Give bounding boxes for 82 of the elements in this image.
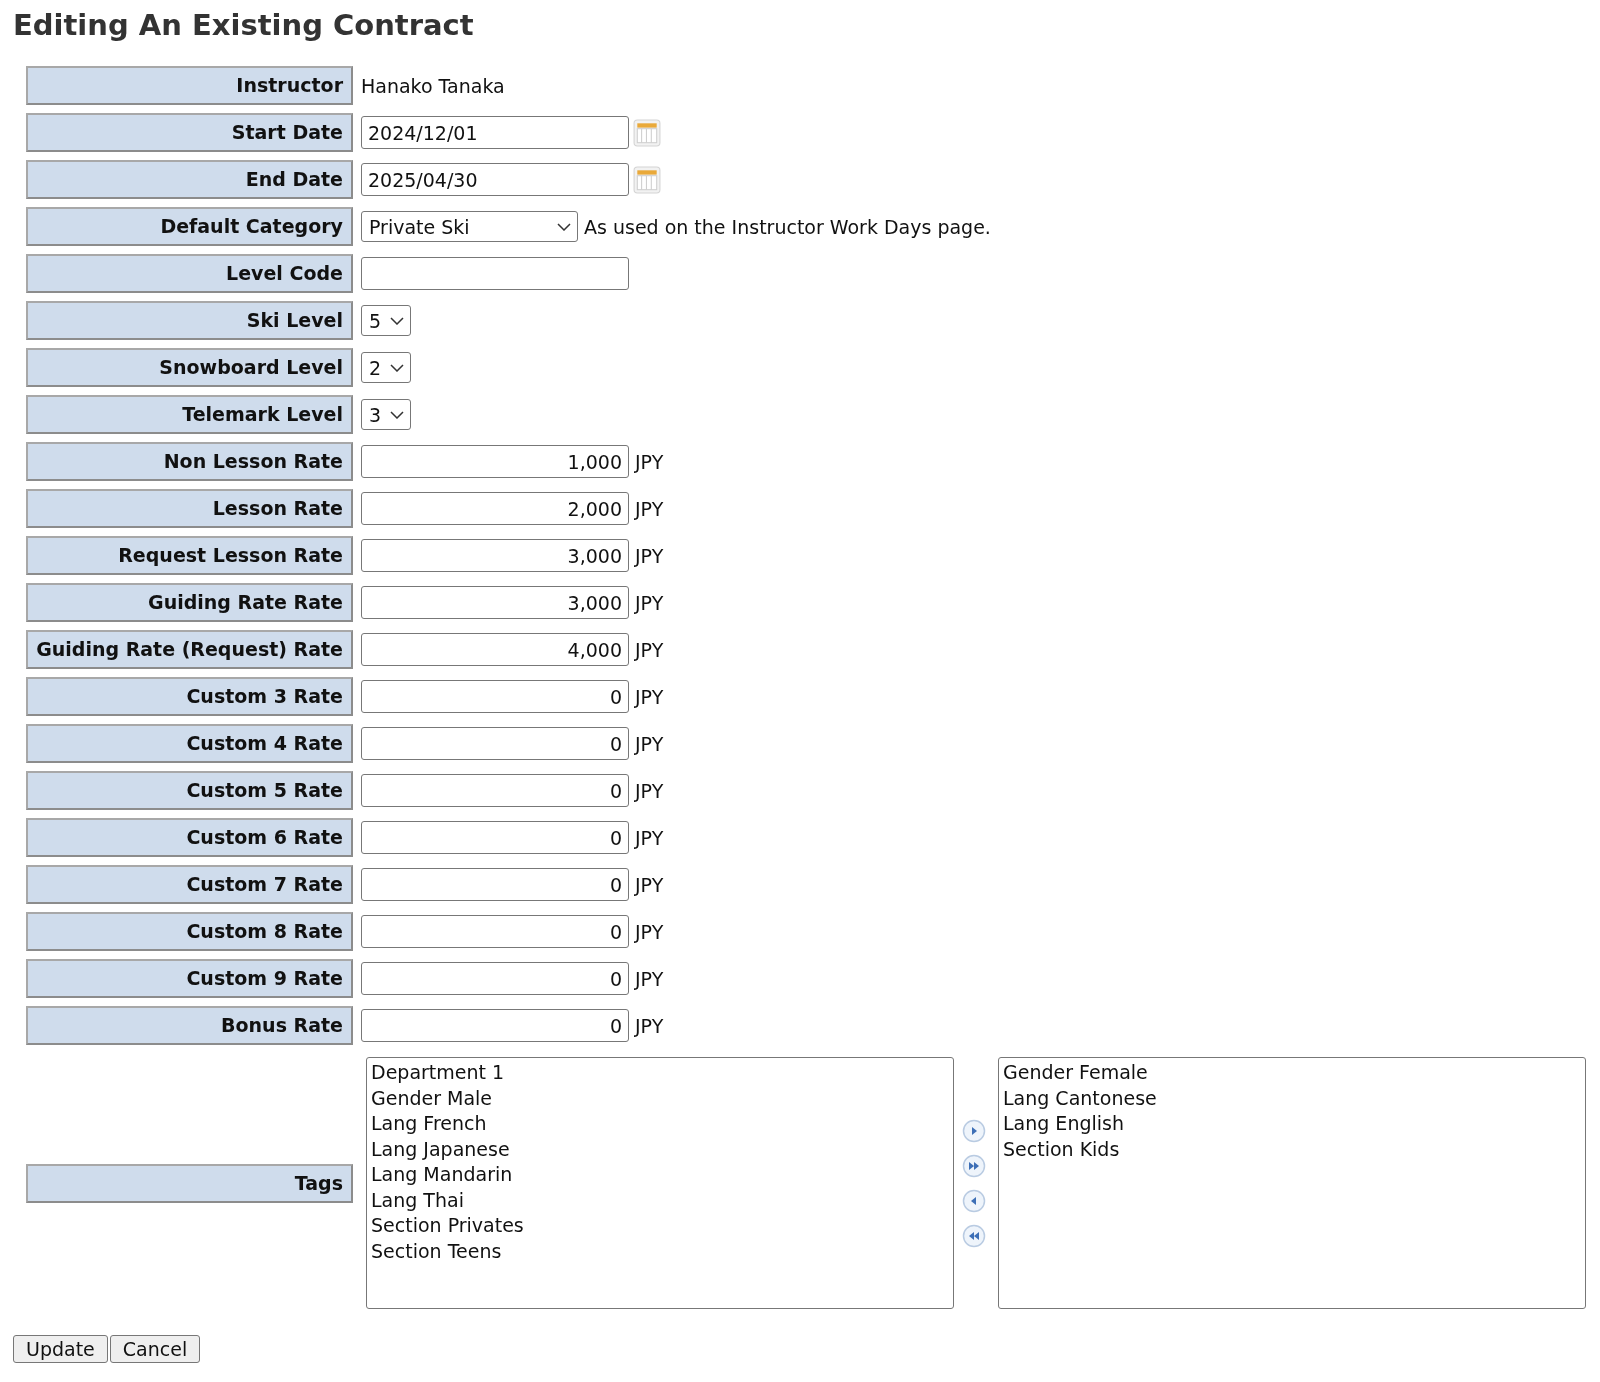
move-right-double-icon[interactable] [962,1153,986,1178]
field-label: Start Date [26,113,353,152]
field-label: Custom 7 Rate [26,865,353,904]
field-label: Custom 5 Rate [26,771,353,810]
field-label: Snowboard Level [26,348,353,387]
currency-unit: JPY [635,638,664,661]
currency-unit: JPY [635,544,664,567]
level-dropdown[interactable]: 2 [361,352,411,383]
page-title: Editing An Existing Contract [13,8,475,42]
category-dropdown[interactable]: Private Ski [361,211,578,242]
caret-icon [390,363,404,372]
currency-unit: JPY [635,450,664,473]
list-option[interactable]: Lang English [1003,1111,1581,1137]
currency-unit: JPY [635,497,664,520]
rate-field[interactable]: 0 [361,821,629,854]
date-field[interactable]: 2025/04/30 [361,163,629,196]
list-option[interactable]: Section Privates [371,1213,949,1239]
field-label: Bonus Rate [26,1006,353,1045]
text-field[interactable] [361,257,629,290]
field-label: Ski Level [26,301,353,340]
field-label: End Date [26,160,353,199]
caret-icon [390,410,404,419]
level-dropdown[interactable]: 3 [361,399,411,430]
field-label: Level Code [26,254,353,293]
move-right-icon[interactable] [962,1118,986,1143]
rate-field[interactable]: 3,000 [361,539,629,572]
field-label: Custom 6 Rate [26,818,353,857]
currency-unit: JPY [635,826,664,849]
rate-field[interactable]: 0 [361,1009,629,1042]
rate-field[interactable]: 0 [361,774,629,807]
rate-field[interactable]: 3,000 [361,586,629,619]
currency-unit: JPY [635,685,664,708]
field-label: Telemark Level [26,395,353,434]
level-dropdown[interactable]: 5 [361,305,411,336]
rate-field[interactable]: 0 [361,915,629,948]
field-label: Default Category [26,207,353,246]
caret-icon [390,316,404,325]
caret-icon [557,222,571,231]
list-option[interactable]: Lang Japanese [371,1136,949,1162]
move-left-double-icon[interactable] [962,1223,986,1248]
field-label: Lesson Rate [26,489,353,528]
move-left-icon[interactable] [962,1188,986,1213]
currency-unit: JPY [635,873,664,896]
available-tags-list[interactable]: Department 1 Gender Male Lang French Lang Japanese Lang Mandarin Lang Thai Section Privates Section Teens [366,1057,954,1309]
list-option[interactable]: Section Kids [1003,1136,1581,1162]
instructor-name: Hanako Tanaka [361,74,505,97]
currency-unit: JPY [635,732,664,755]
field-label: Non Lesson Rate [26,442,353,481]
currency-unit: JPY [635,779,664,802]
rate-field[interactable]: 2,000 [361,492,629,525]
currency-unit: JPY [635,591,664,614]
hint-text: As used on the Instructor Work Days page. [584,215,991,238]
list-option[interactable]: Lang Cantonese [1003,1085,1581,1111]
field-label: Custom 8 Rate [26,912,353,951]
rate-field[interactable]: 0 [361,727,629,760]
rate-field[interactable]: 4,000 [361,633,629,666]
field-label: Custom 3 Rate [26,677,353,716]
rate-field[interactable]: 0 [361,868,629,901]
field-label: Request Lesson Rate [26,536,353,575]
rate-field[interactable]: 0 [361,680,629,713]
list-option[interactable]: Lang French [371,1111,949,1137]
rate-field[interactable]: 0 [361,962,629,995]
list-option[interactable]: Department 1 [371,1060,949,1086]
list-option[interactable]: Gender Male [371,1085,949,1111]
field-label: Guiding Rate (Request) Rate [26,630,353,669]
field-label: Custom 9 Rate [26,959,353,998]
field-label: Tags [26,1163,353,1203]
field-label: Instructor [26,66,353,105]
list-option[interactable]: Section Teens [371,1238,949,1264]
field-label: Guiding Rate Rate [26,583,353,622]
list-option[interactable]: Gender Female [1003,1060,1581,1086]
cancel-button[interactable]: Cancel [109,1335,201,1363]
date-field[interactable]: 2024/12/01 [361,116,629,149]
rate-field[interactable]: 1,000 [361,445,629,478]
currency-unit: JPY [635,1014,664,1037]
update-button[interactable]: Update [13,1335,108,1363]
list-option[interactable]: Lang Mandarin [371,1162,949,1188]
assigned-tags-list[interactable]: Gender Female Lang Cantonese Lang English Section Kids [998,1057,1586,1309]
field-label: Custom 4 Rate [26,724,353,763]
currency-unit: JPY [635,967,664,990]
list-option[interactable]: Lang Thai [371,1187,949,1213]
currency-unit: JPY [635,920,664,943]
